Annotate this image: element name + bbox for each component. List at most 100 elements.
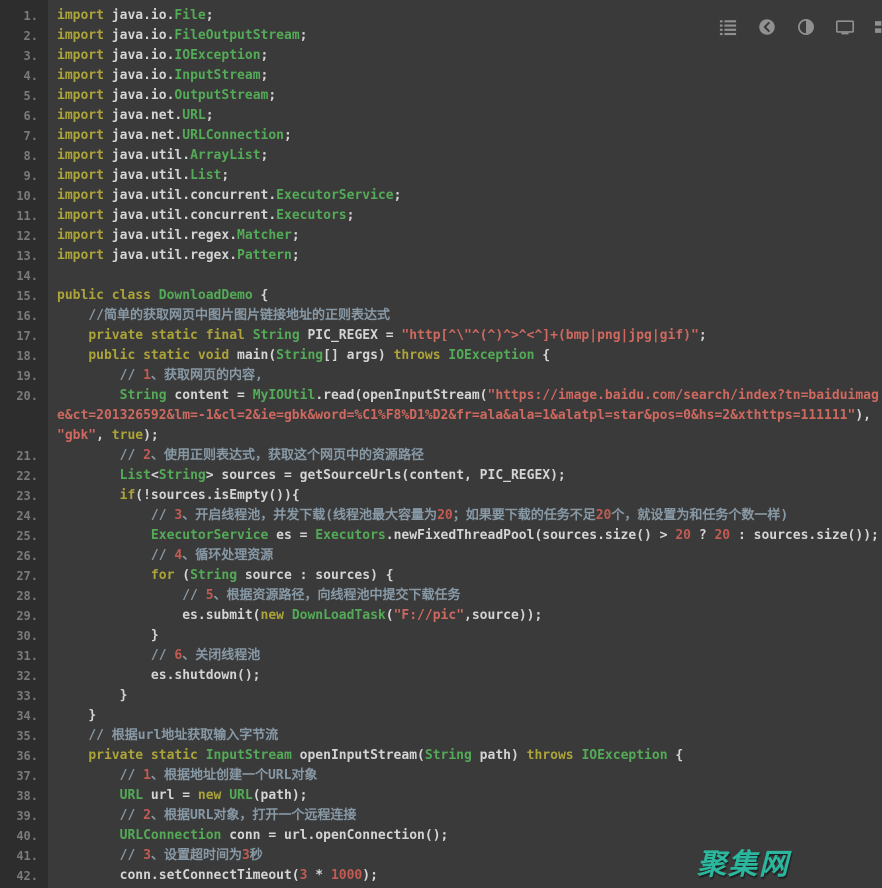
code-token: } <box>57 708 96 723</box>
code-line: 34. } <box>0 706 882 726</box>
code-token: 20 <box>596 508 612 523</box>
code-token: .read(openInputStream( <box>315 388 487 403</box>
code-token: //简单的获取网页中图片图片链接地址的正则表达式 <box>88 308 390 323</box>
code-text: } <box>48 626 882 646</box>
line-number: 42. <box>0 866 48 886</box>
clipped-panel-icon[interactable] <box>875 18 882 36</box>
code-token: conn.setConnectTimeout( <box>57 868 300 883</box>
code-token: ; <box>347 208 355 223</box>
code-token <box>57 308 88 323</box>
code-token: ); <box>143 428 159 443</box>
code-token: ; <box>300 28 308 43</box>
code-token: (path); <box>253 788 308 803</box>
code-token: 、使用正则表达式，获取这个网页中的资源路径 <box>151 448 424 463</box>
code-token: new <box>198 788 229 803</box>
line-number: 29. <box>0 606 48 626</box>
code-token: .newFixedThreadPool(sources.size() > <box>386 528 676 543</box>
code-text <box>48 266 882 286</box>
code-token <box>57 548 151 563</box>
code-token <box>57 368 120 383</box>
code-token: // <box>120 368 143 383</box>
code-text: // 2、根据URL对象，打开一个远程连接 <box>48 806 882 826</box>
code-token: URL <box>120 788 143 803</box>
back-circle-icon[interactable] <box>758 18 776 36</box>
code-token: java.io. <box>112 68 175 83</box>
code-text: import java.io.InputStream; <box>48 66 882 86</box>
line-number: 36. <box>0 746 48 766</box>
code-token: es = <box>268 528 315 543</box>
line-number: 37. <box>0 766 48 786</box>
code-line: 15.public class DownloadDemo { <box>0 286 882 306</box>
code-token: java.util. <box>112 168 190 183</box>
line-number: 27. <box>0 566 48 586</box>
code-token <box>57 388 120 403</box>
code-token: main( <box>237 348 276 363</box>
line-number: 2. <box>0 26 48 46</box>
toolbar <box>719 18 882 36</box>
code-token: // <box>120 808 143 823</box>
code-token <box>57 828 120 843</box>
code-token: ), <box>855 408 878 423</box>
code-token <box>57 808 120 823</box>
code-token: import <box>57 88 112 103</box>
code-line: 12.import java.util.regex.Matcher; <box>0 226 882 246</box>
code-token <box>57 348 88 363</box>
code-token: // 根据url地址获取输入字节流 <box>88 728 278 743</box>
code-token: FileOutputStream <box>174 28 299 43</box>
code-line: 30. } <box>0 626 882 646</box>
list-icon[interactable] <box>719 18 737 36</box>
code-token: String <box>253 328 300 343</box>
line-number: 1. <box>0 6 48 26</box>
watermark: 聚集网 <box>697 841 790 883</box>
code-token: ; <box>284 128 292 143</box>
code-line: 38. URL url = new URL(path); <box>0 786 882 806</box>
line-number: 18. <box>0 346 48 366</box>
line-number: 5. <box>0 86 48 106</box>
code-line: 9.import java.util.List; <box>0 166 882 186</box>
code-token: ( <box>174 568 190 583</box>
contrast-icon[interactable] <box>797 18 815 36</box>
code-token <box>57 508 151 523</box>
code-text: //简单的获取网页中图片图片链接地址的正则表达式 <box>48 306 882 326</box>
code-line: 29. es.submit(new DownLoadTask("F://pic"… <box>0 606 882 626</box>
code-token: 、根据地址创建一个URL对象 <box>151 768 317 783</box>
code-token: // <box>151 508 174 523</box>
code-token: 个，就设置为和任务个数一样) <box>611 508 788 523</box>
code-token: [] args) <box>323 348 393 363</box>
code-text: import java.util.concurrent.ExecutorServ… <box>48 186 882 206</box>
code-text: import java.net.URL; <box>48 106 882 126</box>
code-text: public static void main(String[] args) t… <box>48 346 882 366</box>
line-number: 3. <box>0 46 48 66</box>
code-token: new <box>261 608 292 623</box>
code-token: java.util. <box>112 148 190 163</box>
monitor-icon[interactable] <box>836 18 854 36</box>
code-text: private static final String PIC_REGEX = … <box>48 326 882 346</box>
code-token: MyIOUtil <box>253 388 316 403</box>
code-token: 2 <box>143 448 151 463</box>
code-line: 3.import java.io.IOException; <box>0 46 882 66</box>
code-token: java.net. <box>112 128 182 143</box>
code-token: "gbk" <box>57 428 96 443</box>
code-token: ; <box>699 328 707 343</box>
code-text: String content = MyIOUtil.read(openInput… <box>48 386 882 446</box>
code-token: File <box>174 8 205 23</box>
code-token: ; <box>394 188 402 203</box>
code-token: ; <box>261 68 269 83</box>
code-token: openInputStream( <box>292 748 425 763</box>
code-line: 36. private static InputStream openInput… <box>0 746 882 766</box>
code-token: import <box>57 28 112 43</box>
code-text: } <box>48 706 882 726</box>
line-number: 30. <box>0 626 48 646</box>
code-text: private static InputStream openInputStre… <box>48 746 882 766</box>
code-token: for <box>151 568 174 583</box>
code-token: ( <box>386 608 394 623</box>
code-token: IOException <box>581 748 667 763</box>
code-text: import java.util.regex.Matcher; <box>48 226 882 246</box>
code-line: 20. String content = MyIOUtil.read(openI… <box>0 386 882 446</box>
line-number: 22. <box>0 466 48 486</box>
code-area: 1.import java.io.File;2.import java.io.F… <box>0 0 882 886</box>
code-token: java.net. <box>112 108 182 123</box>
line-number: 39. <box>0 806 48 826</box>
code-token: ; <box>268 88 276 103</box>
code-token <box>57 568 151 583</box>
